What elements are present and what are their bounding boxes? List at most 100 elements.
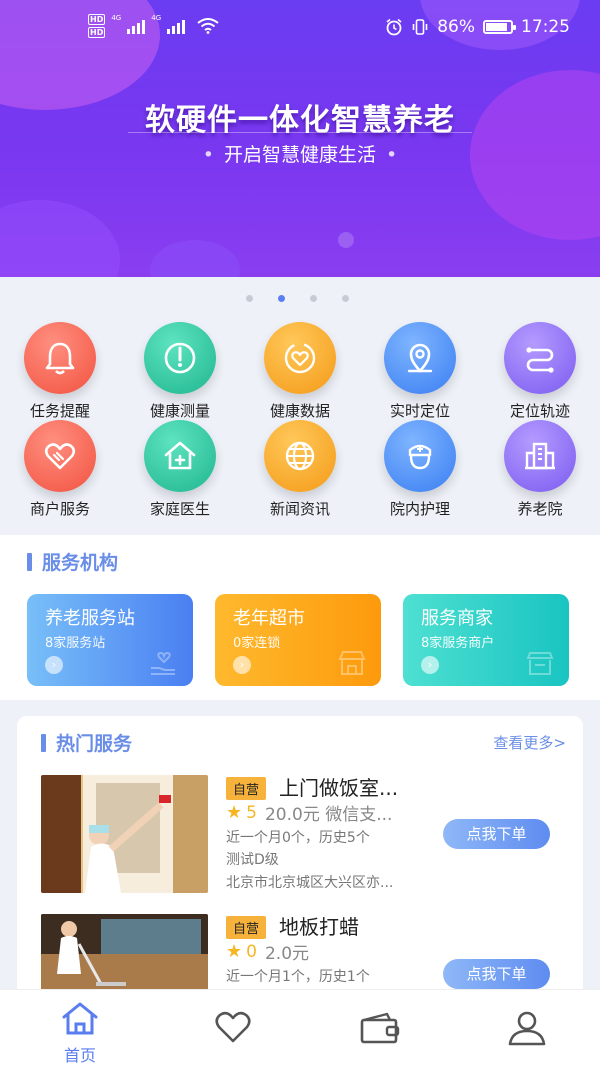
banner-decoration — [0, 200, 120, 277]
grid-item-label: 实时定位 — [389, 402, 450, 420]
wallet-icon — [360, 1012, 400, 1044]
grid-item-in-hospital-care[interactable]: 院内护理 — [360, 420, 480, 519]
alarm-icon — [386, 18, 402, 36]
banner-subtitle: 开启智慧健康生活 — [0, 140, 600, 167]
grid-item-label: 商户服务 — [29, 500, 90, 518]
battery-percent: 86% — [437, 17, 475, 37]
grid-item-merchant-service[interactable]: 商户服务 — [0, 420, 120, 519]
sales-info: 近一个月0个，历史5个 — [226, 830, 370, 846]
list-item[interactable]: 自营 上门做饭室... ★ 5 20.0元 微信支... 近一个月0个，历史5个… — [41, 775, 561, 895]
track-icon — [526, 347, 554, 373]
hd-badge: HD — [88, 14, 106, 25]
card-subtitle: 8家服务站 — [45, 636, 106, 651]
carousel-dot[interactable] — [342, 295, 349, 302]
grid-item-label: 定位轨迹 — [509, 402, 570, 420]
order-button[interactable]: 点我下单 — [443, 819, 550, 849]
top-banner[interactable]: HD HD 4G 4G 86% 17:25 软硬件一体化智慧养老 • 开启智慧健… — [0, 0, 600, 277]
rating-value: 0 — [246, 941, 257, 962]
chevron-right-icon: › — [233, 656, 251, 674]
card-title: 服务商家 — [421, 608, 493, 629]
nurse-icon — [408, 444, 432, 470]
vibrate-icon — [412, 19, 428, 35]
building-icon — [525, 442, 555, 470]
order-button[interactable]: 点我下单 — [443, 959, 550, 989]
home-medical-icon — [164, 441, 196, 470]
banner-divider — [128, 132, 472, 133]
banner-decoration — [338, 232, 354, 248]
service-name: 地板打蜡 — [279, 915, 359, 939]
carousel-dot-active[interactable] — [278, 295, 285, 302]
store-icon — [338, 651, 366, 675]
service-rating: ★ 0 2.0元 — [226, 939, 309, 964]
tab-home[interactable]: 首页 — [5, 1000, 155, 1066]
list-item[interactable]: 自营 地板打蜡 ★ 0 2.0元 近一个月1个，历史1个 点我下单 — [41, 914, 561, 989]
card-subtitle: 0家连锁 — [233, 636, 281, 651]
handshake-heart-icon — [44, 443, 76, 470]
tab-wallet[interactable] — [305, 1012, 455, 1048]
star-icon: ★ — [226, 802, 243, 823]
grid-item-location-track[interactable]: 定位轨迹 — [480, 322, 600, 421]
wifi-icon — [197, 18, 219, 34]
card-service-merchants[interactable]: 服务商家 8家服务商户 › — [403, 594, 569, 686]
card-elderly-supermarket[interactable]: 老年超市 0家连锁 › — [215, 594, 381, 686]
section-title: 服务机构 — [27, 548, 118, 575]
gauge-icon — [164, 342, 196, 374]
carousel-indicator — [246, 295, 349, 302]
grid-item-health-measure[interactable]: 健康测量 — [120, 322, 240, 421]
card-subtitle: 8家服务商户 — [421, 636, 495, 651]
grid-item-label: 新闻资讯 — [269, 500, 330, 518]
hd-badge: HD — [88, 27, 106, 38]
grid-item-label: 院内护理 — [389, 500, 450, 518]
carousel-dot[interactable] — [246, 295, 253, 302]
hand-heart-icon — [151, 651, 175, 675]
globe-icon — [285, 441, 315, 471]
chevron-right-icon: › — [45, 656, 63, 674]
card-elderly-service-station[interactable]: 养老服务站 8家服务站 › — [27, 594, 193, 686]
signal-label: 4G — [151, 14, 162, 22]
grid-item-label: 养老院 — [517, 500, 563, 518]
service-rating: ★ 5 20.0元 微信支... — [226, 800, 392, 825]
section-title: 热门服务 — [41, 729, 132, 756]
star-icon: ★ — [226, 941, 243, 962]
shop-icon — [526, 652, 554, 675]
signal-icon — [167, 18, 186, 34]
level-info: 测试D级 — [226, 852, 279, 868]
carousel-dot[interactable] — [310, 295, 317, 302]
clock: 17:25 — [521, 17, 570, 37]
bottom-tab-bar: 首页 — [0, 989, 600, 1067]
bell-icon — [45, 342, 75, 375]
grid-item-label: 家庭医生 — [149, 500, 210, 518]
self-operated-badge: 自营 — [226, 916, 267, 939]
section-title-text: 热门服务 — [56, 733, 133, 755]
grid-item-nursing-home[interactable]: 养老院 — [480, 420, 600, 519]
heart-data-icon — [284, 342, 316, 374]
rating-value: 5 — [246, 802, 257, 823]
address: 北京市北京城区大兴区亦... — [226, 875, 394, 891]
view-more-link[interactable]: 查看更多> — [493, 732, 566, 753]
grid-item-task-reminder[interactable]: 任务提醒 — [0, 322, 120, 421]
signal-icon — [127, 18, 146, 34]
card-title: 老年超市 — [233, 608, 305, 629]
grid-item-label: 健康测量 — [149, 402, 210, 420]
price-info: 20.0元 微信支... — [264, 805, 393, 825]
service-photo — [41, 775, 208, 893]
grid-item-family-doctor[interactable]: 家庭医生 — [120, 420, 240, 519]
grid-item-health-data[interactable]: 健康数据 — [240, 322, 360, 421]
home-icon — [62, 1002, 98, 1035]
service-photo — [41, 914, 208, 989]
signal-label: 4G — [111, 14, 122, 22]
grid-item-realtime-location[interactable]: 实时定位 — [360, 322, 480, 421]
location-pin-icon — [407, 343, 433, 373]
banner-decoration — [150, 240, 240, 277]
grid-item-label: 健康数据 — [269, 402, 330, 420]
grid-item-news[interactable]: 新闻资讯 — [240, 420, 360, 519]
grid-item-label: 任务提醒 — [29, 402, 90, 420]
tab-label: 首页 — [63, 1046, 96, 1065]
battery-icon — [483, 20, 516, 34]
tab-profile[interactable] — [452, 1010, 600, 1050]
tab-favorites[interactable] — [158, 1010, 308, 1048]
status-bar: HD HD 4G 4G 86% 17:25 — [0, 0, 600, 58]
sales-info: 近一个月1个，历史1个 — [226, 969, 370, 985]
user-icon — [508, 1011, 546, 1046]
chevron-right-icon: › — [421, 656, 439, 674]
